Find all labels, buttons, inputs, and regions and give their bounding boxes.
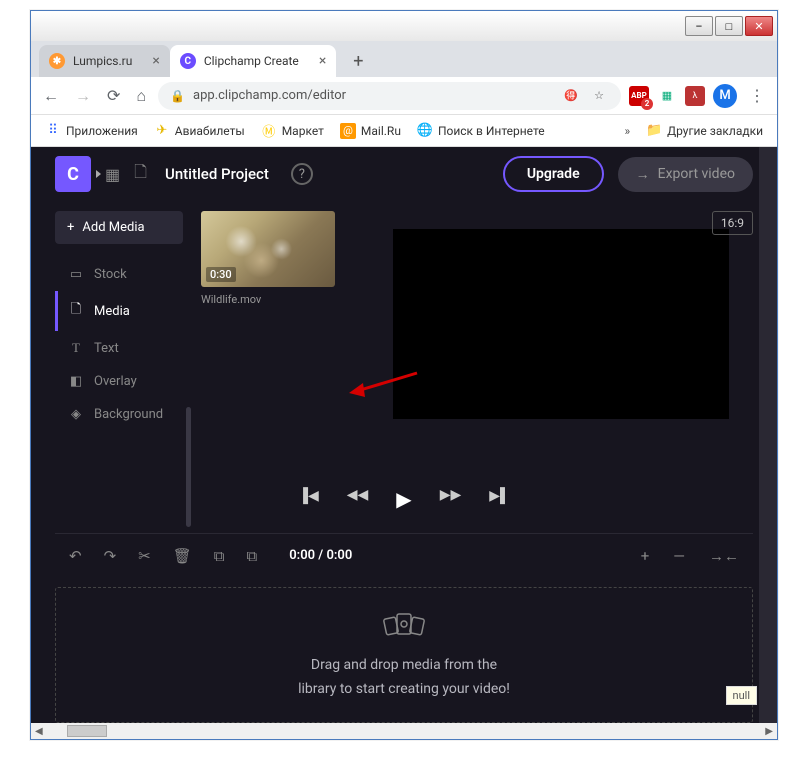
- copy-button[interactable]: ⧉: [214, 547, 225, 565]
- tab-title: Lumpics.ru: [73, 54, 132, 68]
- bookmark-apps[interactable]: ⠿Приложения: [39, 120, 144, 142]
- video-icon[interactable]: ▦: [105, 165, 120, 184]
- abp-icon[interactable]: ABP2: [629, 86, 649, 106]
- tab-close-icon[interactable]: ×: [319, 53, 326, 69]
- close-button[interactable]: ✕: [745, 16, 773, 36]
- pdf-icon[interactable]: λ: [685, 86, 705, 106]
- bookmark-search[interactable]: 🌐Поиск в Интернете: [411, 120, 551, 142]
- sidebar-item-media[interactable]: 🗋Media: [55, 291, 183, 331]
- arrow-right-icon: →: [636, 166, 650, 183]
- star-icon[interactable]: ☆: [589, 86, 609, 106]
- bookmarks-bar: ⠿Приложения ✈Авиабилеты ⓂМаркет @Mail.Ru…: [31, 115, 777, 147]
- maximize-button[interactable]: □: [715, 16, 743, 36]
- zoom-in-button[interactable]: +: [641, 547, 650, 565]
- media-icon: 🗋: [68, 300, 84, 322]
- bookmarks-overflow[interactable]: »: [618, 124, 636, 138]
- other-bookmarks[interactable]: 📁Другие закладки: [640, 120, 769, 142]
- minimize-button[interactable]: –: [685, 16, 713, 36]
- bookmark-market[interactable]: ⓂМаркет: [255, 120, 330, 142]
- tab-title: Clipchamp Create: [204, 54, 299, 68]
- preview-area: 16:9: [369, 211, 753, 471]
- delete-button[interactable]: 🗑: [173, 547, 192, 565]
- window-titlebar: – □ ✕: [31, 11, 777, 41]
- translate-icon[interactable]: 🉐: [561, 86, 581, 106]
- workspace: + Add Media ▭Stock 🗋Media TText ◧Overlay…: [31, 201, 777, 471]
- sidebar-item-stock[interactable]: ▭Stock: [55, 258, 183, 291]
- lock-icon: 🔒: [170, 89, 185, 103]
- app-header: C ▦ 🗋 Untitled Project ? Upgrade → Expor…: [31, 147, 777, 201]
- menu-icon[interactable]: ⋮: [745, 82, 769, 109]
- url-field[interactable]: 🔒 app.clipchamp.com/editor 🉐 ☆: [158, 82, 621, 110]
- url-text: app.clipchamp.com/editor: [193, 88, 553, 103]
- favicon-clipchamp: C: [180, 53, 196, 69]
- video-preview[interactable]: [393, 229, 729, 419]
- null-tooltip: null: [726, 686, 758, 705]
- rewind-button[interactable]: ◀◀: [347, 487, 369, 511]
- clip-duration: 0:30: [206, 267, 236, 282]
- play-button[interactable]: ▶: [396, 487, 411, 511]
- horizontal-scrollbar[interactable]: ◀ ▶: [31, 723, 777, 739]
- bookmark-avia[interactable]: ✈Авиабилеты: [148, 120, 251, 142]
- skip-start-button[interactable]: ▐◀: [298, 487, 319, 511]
- dropzone-text-1: Drag and drop media from the: [76, 654, 732, 678]
- project-title[interactable]: Untitled Project: [165, 165, 269, 183]
- tab-close-icon[interactable]: ×: [152, 53, 159, 69]
- paste-button[interactable]: ⧉: [247, 547, 258, 565]
- sidebar-item-overlay[interactable]: ◧Overlay: [55, 365, 183, 398]
- vertical-scrollbar[interactable]: [759, 147, 777, 723]
- help-icon[interactable]: ?: [291, 163, 313, 185]
- ext-icon-1[interactable]: ▦: [657, 86, 677, 106]
- app-content: C ▦ 🗋 Untitled Project ? Upgrade → Expor…: [31, 147, 777, 723]
- redo-button[interactable]: ↷: [104, 547, 117, 565]
- dropzone-text-2: library to start creating your video!: [76, 678, 732, 702]
- profile-avatar[interactable]: M: [713, 84, 737, 108]
- browser-tab-clipchamp[interactable]: C Clipchamp Create ×: [170, 45, 336, 77]
- aspect-ratio-badge[interactable]: 16:9: [712, 211, 753, 235]
- new-tab-button[interactable]: +: [344, 47, 372, 75]
- zoom-out-button[interactable]: —: [673, 547, 685, 565]
- undo-button[interactable]: ↶: [69, 547, 82, 565]
- fast-forward-button[interactable]: ▶▶: [440, 487, 462, 511]
- clipchamp-logo[interactable]: C: [55, 156, 91, 192]
- media-clip-thumbnail[interactable]: 0:30: [201, 211, 335, 287]
- back-button[interactable]: ←: [39, 82, 63, 110]
- timeline-time: 0:00 / 0:00: [289, 548, 352, 563]
- tab-strip: ✱ Lumpics.ru × C Clipchamp Create × +: [31, 41, 777, 77]
- clip-filename: Wildlife.mov: [201, 293, 351, 306]
- sidebar: + Add Media ▭Stock 🗋Media TText ◧Overlay…: [55, 211, 183, 471]
- window-frame: – □ ✕ ✱ Lumpics.ru × C Clipchamp Create …: [30, 10, 778, 740]
- timeline-dropzone[interactable]: Drag and drop media from the library to …: [55, 587, 753, 723]
- overlay-icon: ◧: [68, 374, 84, 389]
- favicon-lumpics: ✱: [49, 53, 65, 69]
- file-icon[interactable]: 🗋: [134, 161, 147, 188]
- address-bar: ← → ⟳ ⌂ 🔒 app.clipchamp.com/editor 🉐 ☆ A…: [31, 77, 777, 115]
- background-icon: ◈: [68, 407, 84, 422]
- plus-icon: +: [67, 220, 74, 235]
- sidebar-item-text[interactable]: TText: [55, 331, 183, 365]
- cut-button[interactable]: ✂: [138, 547, 151, 565]
- add-media-button[interactable]: + Add Media: [55, 211, 183, 244]
- playback-controls: ▐◀ ◀◀ ▶ ▶▶ ▶▌: [31, 471, 777, 527]
- sidebar-item-background[interactable]: ◈Background: [55, 398, 183, 431]
- browser-tab-lumpics[interactable]: ✱ Lumpics.ru ×: [39, 45, 170, 77]
- dropzone-icon: [76, 608, 732, 644]
- export-button[interactable]: → Export video: [618, 157, 753, 192]
- stock-icon: ▭: [68, 267, 84, 282]
- reload-button[interactable]: ⟳: [103, 82, 124, 109]
- zoom-fit-button[interactable]: →←: [709, 547, 739, 565]
- home-button[interactable]: ⌂: [132, 82, 150, 110]
- bookmark-mailru[interactable]: @Mail.Ru: [334, 120, 407, 142]
- media-panel: 0:30 Wildlife.mov: [201, 211, 351, 471]
- skip-end-button[interactable]: ▶▌: [489, 487, 510, 511]
- sidebar-scrollbar[interactable]: [186, 407, 191, 527]
- forward-button[interactable]: →: [71, 82, 95, 110]
- text-icon: T: [68, 340, 84, 356]
- timeline-toolbar: ↶ ↷ ✂ 🗑 ⧉ ⧉ 0:00 / 0:00 + — →←: [55, 533, 753, 577]
- upgrade-button[interactable]: Upgrade: [503, 156, 604, 192]
